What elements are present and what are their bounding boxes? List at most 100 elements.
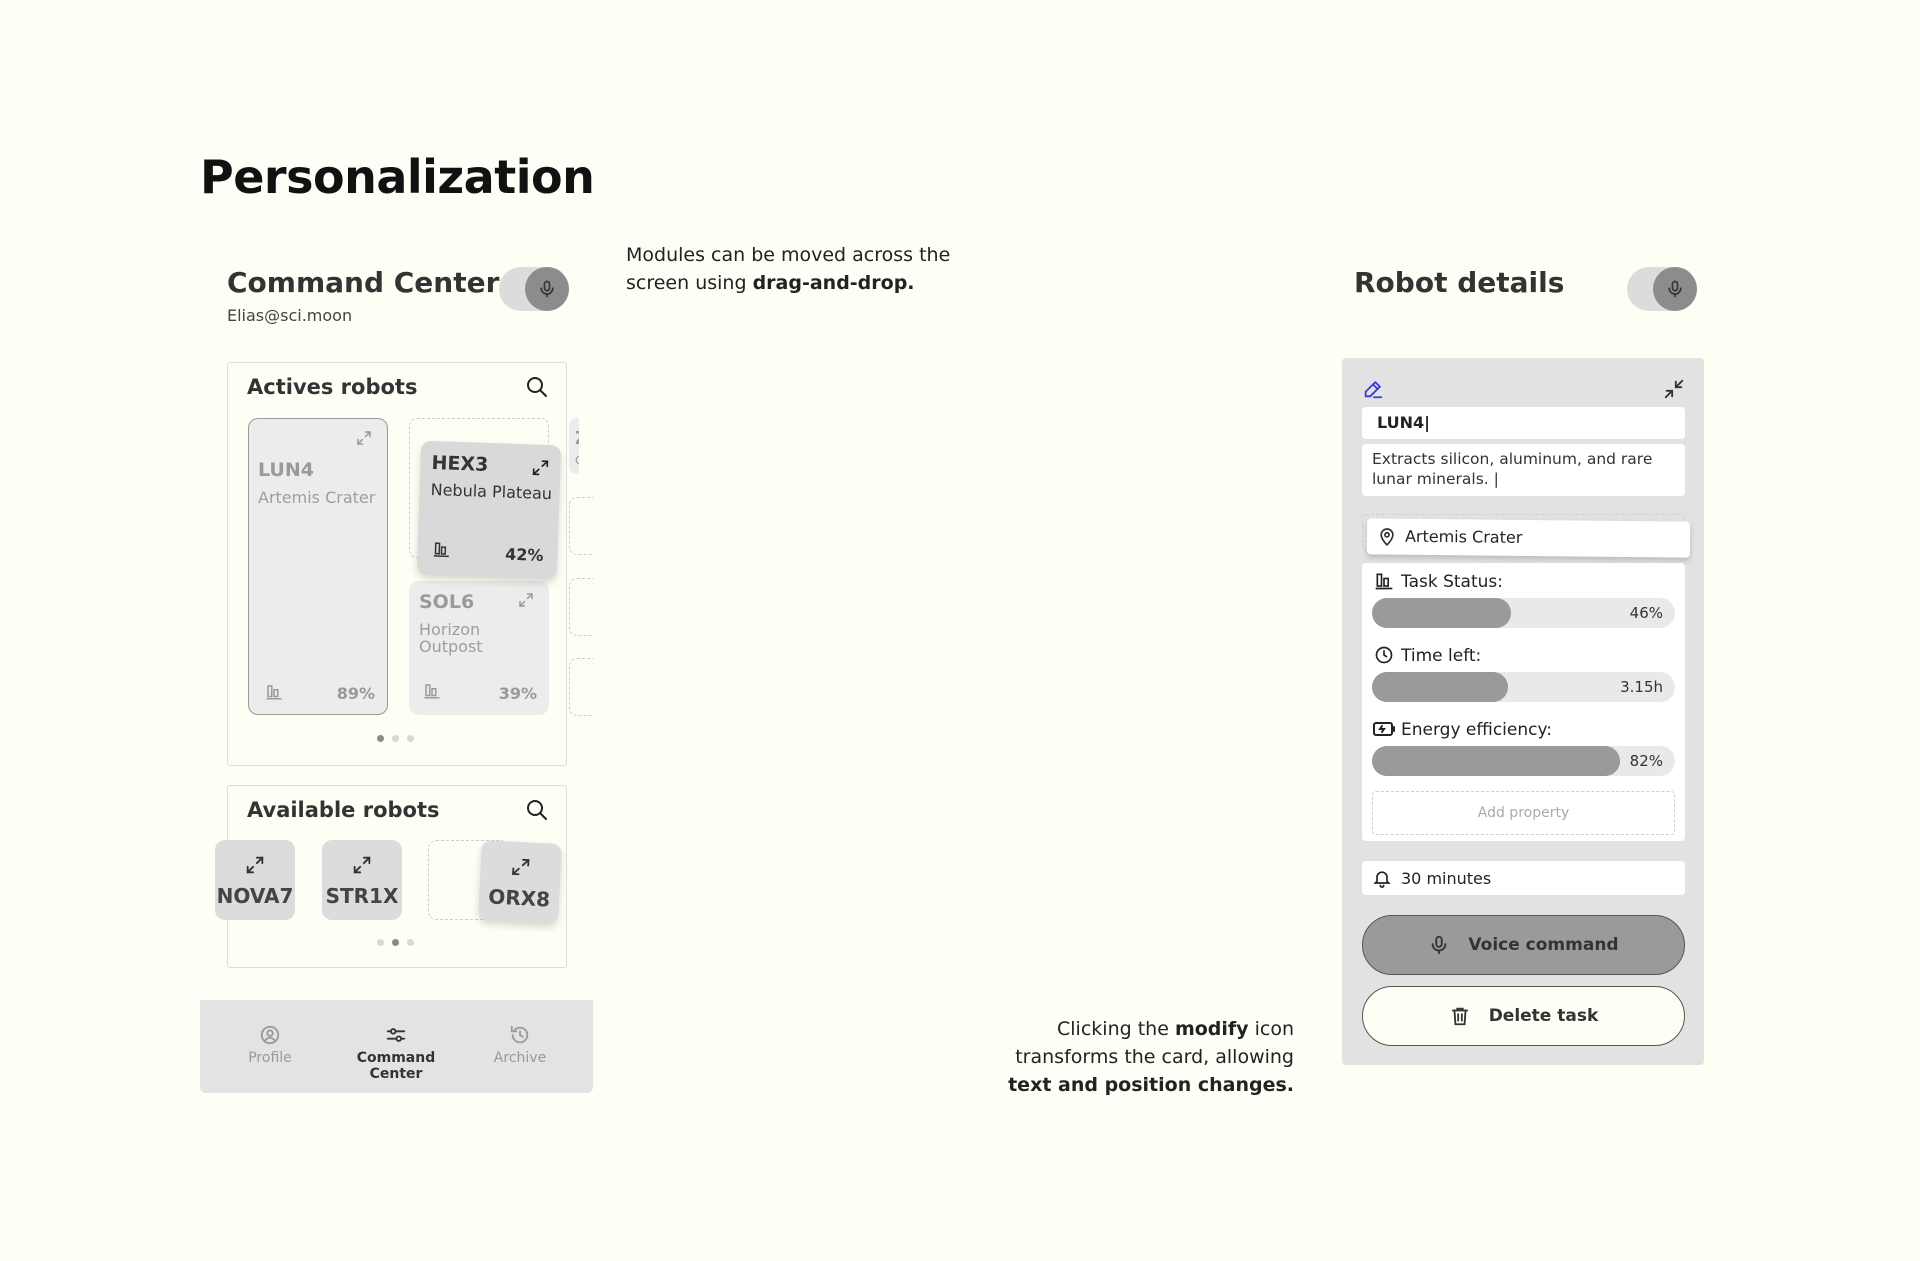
bell-icon (1373, 871, 1391, 888)
progress-value: 3.15h (1620, 678, 1663, 696)
task-status-bar: 46% (1372, 598, 1675, 628)
nav-label: Profile (248, 1050, 292, 1066)
nav-item-profile[interactable]: Profile (205, 1024, 335, 1066)
battery-icon (1373, 722, 1395, 736)
robot-name: LUN4 (258, 459, 314, 481)
property-label: Time left: (1401, 646, 1482, 666)
edit-icon[interactable] (1362, 378, 1384, 400)
robot-description-field[interactable]: Extracts silicon, aluminum, and rare lun… (1362, 444, 1685, 496)
location-field[interactable]: Artemis Crater (1366, 518, 1691, 558)
page-dot[interactable] (377, 735, 384, 742)
progress-fill (1372, 598, 1512, 628)
drop-placeholder (569, 578, 593, 636)
location-pin-icon (1380, 528, 1394, 546)
available-robot-str1x[interactable]: STR1X (322, 840, 402, 920)
search-icon[interactable] (525, 798, 549, 822)
energy-efficiency-bar: 82% (1372, 746, 1675, 776)
property-label: Task Status: (1401, 572, 1503, 592)
trash-icon (1451, 1007, 1468, 1026)
collapse-icon[interactable] (1663, 378, 1685, 400)
microphone-icon (1432, 935, 1447, 955)
available-robot-nova7[interactable]: NOVA7 (215, 840, 295, 920)
robot-details-screen: Robot details LUN4| Extracts silicon, al… (1325, 242, 1720, 1093)
robot-name: SOL6 (419, 591, 475, 613)
voice-toggle[interactable] (1627, 267, 1697, 311)
page-title: Personalization (200, 150, 595, 204)
progress-fill (1372, 746, 1621, 776)
voice-toggle[interactable] (499, 267, 569, 311)
available-robot-orx8[interactable]: ORX8 (477, 839, 563, 925)
page-dot[interactable] (407, 735, 414, 742)
robot-percent: 89% (336, 684, 375, 703)
screen-title: Command Center (227, 266, 500, 299)
robot-percent: 39% (498, 684, 537, 703)
progress-value: 46% (1629, 604, 1663, 622)
microphone-icon (525, 267, 569, 311)
pagination-dots[interactable] (377, 939, 414, 946)
modify-note: Clicking the modify icon transforms the … (1008, 1018, 1294, 1096)
page-dot[interactable] (392, 939, 399, 946)
expand-icon[interactable] (530, 457, 551, 478)
expand-icon (512, 858, 530, 876)
robot-name: STR1X (325, 884, 399, 908)
voice-command-button[interactable]: Voice command (1362, 915, 1685, 975)
robot-percent: 42% (504, 544, 544, 565)
robot-name: ORX8 (487, 884, 551, 912)
profile-icon (260, 1025, 280, 1045)
robot-card-hex3[interactable]: HEX3 Nebula Plateau 42% (416, 440, 562, 580)
bottom-navigation: Profile Command Center Archive (200, 1000, 593, 1093)
screen-title: Robot details (1354, 266, 1565, 299)
nav-label: Command Center (356, 1050, 436, 1082)
panel-title: Actives robots (247, 375, 418, 399)
bar-chart-icon (266, 685, 282, 700)
progress-fill (1372, 672, 1509, 702)
expand-icon[interactable] (517, 591, 535, 609)
robot-detail-card: LUN4| Extracts silicon, aluminum, and ra… (1342, 358, 1704, 1065)
robot-card-sol6[interactable]: SOL6 Horizon Outpost 39% (409, 581, 549, 715)
page-dot[interactable] (392, 735, 399, 742)
robot-description: Extracts silicon, aluminum, and rare lun… (1372, 450, 1653, 488)
robot-name: NOVA7 (216, 884, 294, 908)
add-property-label: Add property (1477, 805, 1570, 821)
search-icon[interactable] (525, 375, 549, 399)
location-value: Artemis Crater (1404, 526, 1523, 547)
robot-name-field[interactable]: LUN4| (1362, 407, 1685, 439)
voice-command-label: Voice command (1468, 935, 1619, 955)
microphone-icon (1653, 267, 1697, 311)
nav-label: Archive (493, 1050, 547, 1066)
nav-item-command-center[interactable]: Command Center (331, 1024, 461, 1082)
sliders-icon (386, 1028, 406, 1042)
property-label: Energy efficiency: (1401, 720, 1553, 740)
robot-location: Artemis Crater (258, 488, 376, 507)
delete-task-button[interactable]: Delete task (1362, 986, 1685, 1046)
expand-icon (353, 856, 371, 874)
progress-value: 82% (1629, 752, 1663, 770)
active-robots-panel: Actives robots LUN4 Artemis Crater 89% S… (227, 362, 579, 766)
page-dot[interactable] (377, 939, 384, 946)
add-property-button[interactable]: Add property (1372, 791, 1675, 835)
nav-item-archive[interactable]: Archive (455, 1024, 585, 1066)
panel-title: Available robots (247, 798, 440, 822)
reminder-field[interactable]: 30 minutes (1362, 861, 1685, 895)
robot-name-value: LUN4| (1377, 413, 1430, 432)
clock-icon (1375, 646, 1393, 664)
expand-icon[interactable] (355, 429, 373, 447)
robot-card-overflow[interactable]: Z Ob (569, 418, 579, 474)
time-left-bar: 3.15h (1372, 672, 1675, 702)
reminder-value: 30 minutes (1401, 869, 1492, 888)
drop-placeholder (569, 497, 593, 555)
robot-location: Nebula Plateau (430, 479, 553, 504)
robot-location: Ob (575, 454, 579, 467)
delete-task-label: Delete task (1488, 1006, 1599, 1026)
pagination-dots[interactable] (377, 735, 414, 742)
drop-placeholder (569, 658, 593, 716)
page-dot[interactable] (407, 939, 414, 946)
robot-name: Z (575, 428, 579, 449)
drag-drop-note: Modules can be moved across the screen u… (626, 244, 951, 294)
user-email: Elias@sci.moon (227, 306, 353, 325)
expand-icon (246, 856, 264, 874)
robot-card-lun4[interactable]: LUN4 Artemis Crater 89% (248, 418, 388, 715)
bar-chart-icon (433, 542, 449, 558)
history-icon (510, 1025, 529, 1044)
bar-chart-icon (1375, 573, 1393, 590)
